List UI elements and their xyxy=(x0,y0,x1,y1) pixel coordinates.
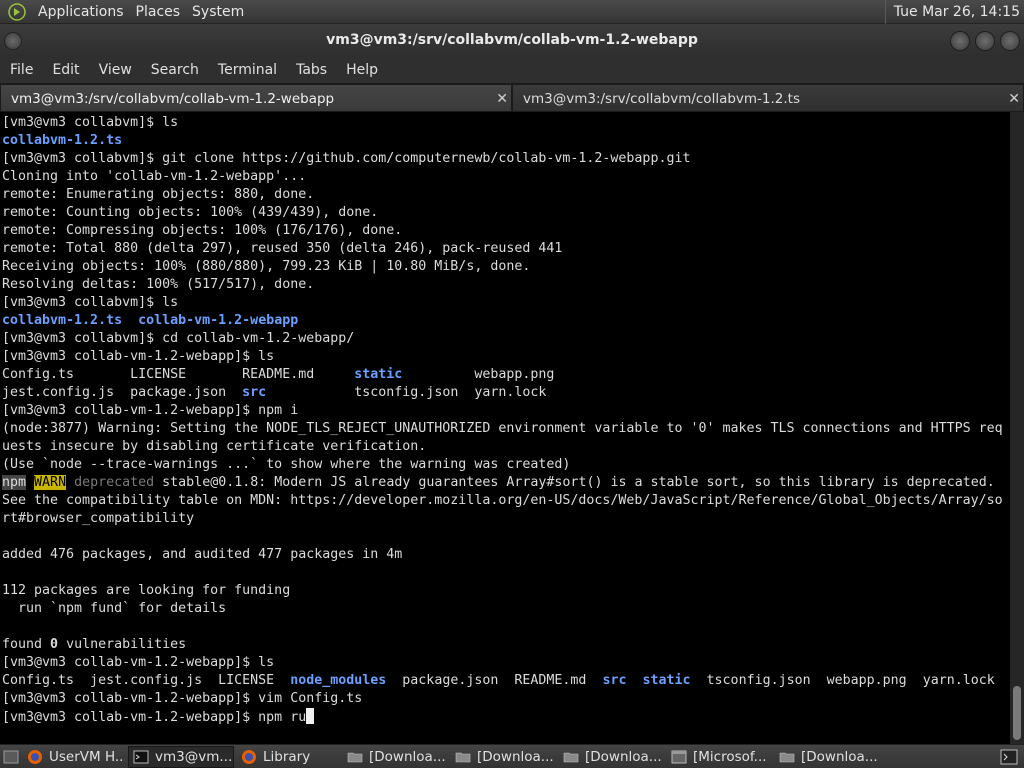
terminal-line: remote: Compressing objects: 100% (176/1… xyxy=(2,223,403,238)
taskbar-item[interactable]: [Downloa... xyxy=(342,746,448,768)
terminal-line: Receiving objects: 100% (880/880), 799.2… xyxy=(2,259,531,274)
terminal-line: (node:3877) Warning: Setting the NODE_TL… xyxy=(2,421,1003,436)
terminal-line: [vm3@vm3 collabvm]$ git clone https://gi… xyxy=(2,151,691,166)
terminal-icon xyxy=(133,749,149,765)
tab-collabvm-ts[interactable]: vm3@vm3:/srv/collabvm/collabvm-1.2.ts ✕ xyxy=(512,84,1024,112)
taskbar-item-label: [Downloa... xyxy=(369,748,446,765)
tab-label: vm3@vm3:/srv/collabvm/collab-vm-1.2-weba… xyxy=(11,91,335,107)
close-window-button[interactable] xyxy=(1000,31,1020,51)
close-icon[interactable]: ✕ xyxy=(1008,85,1020,113)
window-icon xyxy=(671,749,687,765)
show-desktop-icon[interactable] xyxy=(0,746,22,768)
terminal-line: [vm3@vm3 collab-vm-1.2-webapp]$ npm i xyxy=(2,403,299,418)
terminal-line: remote: Total 880 (delta 297), reused 35… xyxy=(2,241,563,256)
folder-icon xyxy=(455,749,471,765)
taskbar-item-label: UserVM H... xyxy=(49,748,126,765)
taskbar-item-label: [Downloa... xyxy=(477,748,554,765)
terminal-tray-icon[interactable] xyxy=(998,746,1020,768)
terminal-line: remote: Enumerating objects: 880, done. xyxy=(2,187,315,202)
menu-edit[interactable]: Edit xyxy=(42,56,88,84)
taskbar-item-label: [Downloa... xyxy=(801,748,878,765)
terminal-line: [vm3@vm3 collab-vm-1.2-webapp]$ ls xyxy=(2,349,275,364)
terminal-line: remote: Counting objects: 100% (439/439)… xyxy=(2,205,379,220)
menu-help[interactable]: Help xyxy=(336,56,387,84)
menu-file[interactable]: File xyxy=(0,56,42,84)
taskbar-item[interactable]: [Downloa... xyxy=(774,746,880,768)
top-panel: Applications Places System Tue Mar 26, 1… xyxy=(0,0,1024,24)
menu-terminal[interactable]: Terminal xyxy=(208,56,286,84)
terminal-line: uests insecure by disabling certificate … xyxy=(2,439,427,454)
terminal-line: jest.config.js package.json src tsconfig… xyxy=(2,385,547,400)
minimize-button[interactable] xyxy=(950,31,970,51)
system-menu[interactable]: System xyxy=(186,0,250,24)
terminal-line: collabvm-1.2.ts collab-vm-1.2-webapp xyxy=(2,313,299,328)
terminal-line: [vm3@vm3 collab-vm-1.2-webapp]$ vim Conf… xyxy=(2,691,363,706)
tab-label: vm3@vm3:/srv/collabvm/collabvm-1.2.ts xyxy=(523,91,801,107)
firefox-icon xyxy=(27,749,43,765)
terminal-line: collabvm-1.2.ts xyxy=(2,133,123,148)
taskbar-item[interactable]: [Downloa... xyxy=(450,746,556,768)
folder-icon xyxy=(563,749,579,765)
terminal-line: [vm3@vm3 collab-vm-1.2-webapp]$ ls xyxy=(2,655,275,670)
terminal-line: Config.ts jest.config.js LICENSE node_mo… xyxy=(2,673,995,688)
taskbar-item[interactable]: [Microsof... xyxy=(666,746,772,768)
terminal-output[interactable]: [vm3@vm3 collabvm]$ ls collabvm-1.2.ts [vm… xyxy=(0,112,1010,744)
taskbar-item[interactable]: vm3@vm... xyxy=(128,745,234,768)
terminal-line: [vm3@vm3 collab-vm-1.2-webapp]$ npm ru xyxy=(2,708,1010,726)
terminal-line: npm WARN deprecated stable@0.1.8: Modern… xyxy=(2,475,995,490)
window-titlebar[interactable]: vm3@vm3:/srv/collabvm/collab-vm-1.2-weba… xyxy=(0,24,1024,56)
terminal-line: [vm3@vm3 collabvm]$ cd collab-vm-1.2-web… xyxy=(2,331,355,346)
folder-icon xyxy=(347,749,363,765)
terminal-line: found 0 vulnerabilities xyxy=(2,637,187,652)
terminal-line: See the compatibility table on MDN: http… xyxy=(2,493,1003,508)
terminal-line: [vm3@vm3 collabvm]$ ls xyxy=(2,115,179,130)
taskbar: UserVM H... vm3@vm... Library [Downloa... [D… xyxy=(0,744,1024,768)
panel-clock[interactable]: Tue Mar 26, 14:15 xyxy=(884,0,1020,24)
places-menu[interactable]: Places xyxy=(130,0,187,24)
scrollbar-thumb[interactable] xyxy=(1013,686,1021,740)
tab-webapp[interactable]: vm3@vm3:/srv/collabvm/collab-vm-1.2-weba… xyxy=(0,84,512,112)
gnome-foot-icon[interactable] xyxy=(6,1,28,23)
close-icon[interactable]: ✕ xyxy=(496,85,508,113)
taskbar-item-label: vm3@vm... xyxy=(155,748,233,765)
taskbar-item-label: [Microsof... xyxy=(693,748,767,765)
terminal-line: rt#browser_compatibility xyxy=(2,511,195,526)
applications-menu[interactable]: Applications xyxy=(32,0,130,24)
taskbar-item[interactable]: UserVM H... xyxy=(22,746,126,768)
taskbar-item-label: Library xyxy=(263,748,311,765)
tab-bar: vm3@vm3:/srv/collabvm/collab-vm-1.2-weba… xyxy=(0,84,1024,112)
terminal-scrollbar[interactable] xyxy=(1010,112,1024,744)
terminal-line: Cloning into 'collab-vm-1.2-webapp'... xyxy=(2,169,307,184)
folder-icon xyxy=(779,749,795,765)
terminal-line: [vm3@vm3 collabvm]$ ls xyxy=(2,295,179,310)
menu-tabs[interactable]: Tabs xyxy=(286,56,336,84)
terminal-line: 112 packages are looking for funding xyxy=(2,583,291,598)
menubar: File Edit View Search Terminal Tabs Help xyxy=(0,56,1024,84)
taskbar-item[interactable]: Library xyxy=(236,746,340,768)
menu-search[interactable]: Search xyxy=(141,56,208,84)
terminal-cursor xyxy=(306,708,315,724)
terminal-line: Config.ts LICENSE README.md static webap… xyxy=(2,367,555,382)
terminal-line: Resolving deltas: 100% (517/517), done. xyxy=(2,277,315,292)
firefox-icon xyxy=(241,749,257,765)
terminal-line: added 476 packages, and audited 477 pack… xyxy=(2,547,403,562)
taskbar-item[interactable]: [Downloa... xyxy=(558,746,664,768)
window-title: vm3@vm3:/srv/collabvm/collab-vm-1.2-weba… xyxy=(326,32,698,48)
maximize-button[interactable] xyxy=(975,31,995,51)
terminal-line: (Use `node --trace-warnings ...` to show… xyxy=(2,457,571,472)
menu-view[interactable]: View xyxy=(89,56,141,84)
terminal-line: run `npm fund` for details xyxy=(2,601,227,616)
taskbar-item-label: [Downloa... xyxy=(585,748,662,765)
